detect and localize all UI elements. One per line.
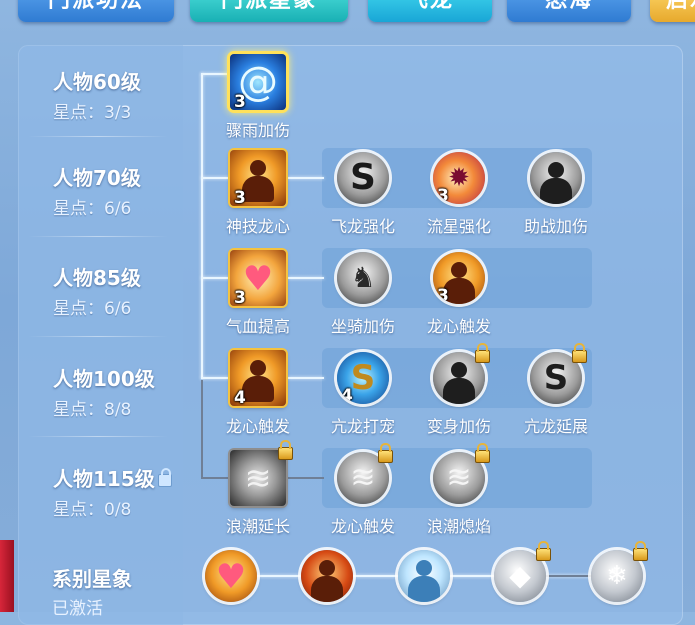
skill-label: 飞龙强化 <box>330 217 395 236</box>
lock-icon <box>378 443 393 463</box>
tab-sect-astrology[interactable]: 门派星象 <box>190 0 348 22</box>
tree-branch <box>201 377 229 379</box>
skill-link-locked <box>288 477 324 479</box>
skill-count: 3 <box>437 186 449 204</box>
skill-node[interactable]: ✹ 3 <box>433 152 485 204</box>
row-divider <box>28 336 168 337</box>
mount-beast-icon: ♞ <box>350 261 376 294</box>
level-column <box>18 45 183 625</box>
row-level: 人物85级 <box>53 266 141 290</box>
row-stars: 星点：3/3 <box>53 103 132 123</box>
skill-count: 3 <box>437 286 449 304</box>
row-stars: 星点：0/8 <box>53 500 132 520</box>
fire-figure-icon <box>242 160 274 202</box>
tab-revelation[interactable]: 启示 <box>650 0 695 22</box>
tab-label: 飞龙 <box>405 0 454 13</box>
skill-label: 龙心触发 <box>225 417 290 436</box>
lock-icon <box>157 468 172 487</box>
skill-count: 4 <box>234 388 246 406</box>
support-figure-icon <box>443 362 475 404</box>
series-status: 已激活 <box>52 599 103 619</box>
lock-icon <box>278 440 293 460</box>
skill-count: 4 <box>341 386 353 404</box>
skill-link <box>288 177 324 179</box>
skill-node[interactable]: @ 3 <box>230 54 286 110</box>
series-node[interactable]: ♥ <box>205 550 257 602</box>
tab-label: 怒海 <box>544 0 593 13</box>
row-stars: 星点：8/8 <box>53 400 132 420</box>
skill-label: 骤雨加伤 <box>225 121 290 140</box>
skill-label: 气血提高 <box>225 317 290 336</box>
support-figure-icon <box>540 162 572 204</box>
skill-node[interactable]: 4 <box>230 350 286 406</box>
fire-figure-icon <box>443 262 475 304</box>
row-level: 人物60级 <box>53 70 141 94</box>
skill-node[interactable]: 3 <box>433 252 485 304</box>
skill-label: 流星强化 <box>426 217 491 236</box>
tab-label: 启示 <box>665 0 695 13</box>
lock-icon <box>475 343 490 363</box>
tab-raging-sea[interactable]: 怒海 <box>507 0 631 22</box>
skill-label: 坐骑加伤 <box>330 317 395 336</box>
fire-figure-icon <box>242 360 274 402</box>
tree-branch-locked <box>201 477 229 479</box>
tab-sect-skills[interactable]: 门派功法 <box>18 0 174 22</box>
lock-icon <box>572 343 587 363</box>
heart-icon: ♥ <box>215 557 247 598</box>
row-level-text: 人物115级 <box>53 467 155 491</box>
frost-figure-icon <box>408 560 440 602</box>
skill-label: 亢龙打宠 <box>330 417 395 436</box>
heart-icon: ♥ <box>242 259 274 300</box>
row-level: 人物70级 <box>53 166 141 190</box>
skill-label: 龙心触发 <box>330 517 395 536</box>
row-divider <box>28 136 168 137</box>
skill-node[interactable]: S <box>337 152 389 204</box>
skill-node[interactable]: 3 <box>230 150 286 206</box>
row-divider <box>28 236 168 237</box>
tree-trunk-locked <box>201 380 203 478</box>
row-stars: 星点：6/6 <box>53 199 132 219</box>
series-title: 系别星象 <box>52 567 132 591</box>
skill-link <box>288 377 324 379</box>
row-level-locked: 人物115级 <box>53 463 172 492</box>
tab-label: 门派功法 <box>47 0 144 13</box>
skill-count: 3 <box>234 92 246 110</box>
lock-icon <box>633 541 648 561</box>
skill-count: 3 <box>234 188 246 206</box>
skill-label: 龙心触发 <box>426 317 491 336</box>
tree-trunk <box>201 73 203 379</box>
skill-link <box>288 277 324 279</box>
skill-label: 变身加伤 <box>426 417 491 436</box>
red-ribbon-decoration <box>0 540 14 612</box>
armored-figure-icon <box>311 560 343 602</box>
tree-branch <box>201 177 229 179</box>
tab-label: 门派星象 <box>220 0 317 13</box>
lock-icon <box>536 541 551 561</box>
row-divider <box>28 436 168 437</box>
skill-node[interactable] <box>530 152 582 204</box>
tab-flying-dragon[interactable]: 飞龙 <box>368 0 492 22</box>
tree-branch <box>201 277 229 279</box>
skill-label: 神技龙心 <box>225 217 290 236</box>
series-node[interactable] <box>398 550 450 602</box>
dragon-icon: S <box>350 157 376 198</box>
skill-node[interactable]: ♥ 3 <box>230 250 286 306</box>
skill-node[interactable]: S 4 <box>337 352 389 404</box>
skill-count: 3 <box>234 288 246 306</box>
skill-node[interactable]: ♞ <box>337 252 389 304</box>
tree-branch <box>201 73 229 75</box>
row-stars: 星点：6/6 <box>53 299 132 319</box>
skill-label: 亢龙延展 <box>523 417 588 436</box>
row-level: 人物100级 <box>53 367 155 391</box>
series-node[interactable] <box>301 550 353 602</box>
skill-label: 助战加伤 <box>523 217 588 236</box>
skill-label: 浪潮延长 <box>225 517 290 536</box>
lock-icon <box>475 443 490 463</box>
skill-label: 浪潮熄焰 <box>426 517 491 536</box>
